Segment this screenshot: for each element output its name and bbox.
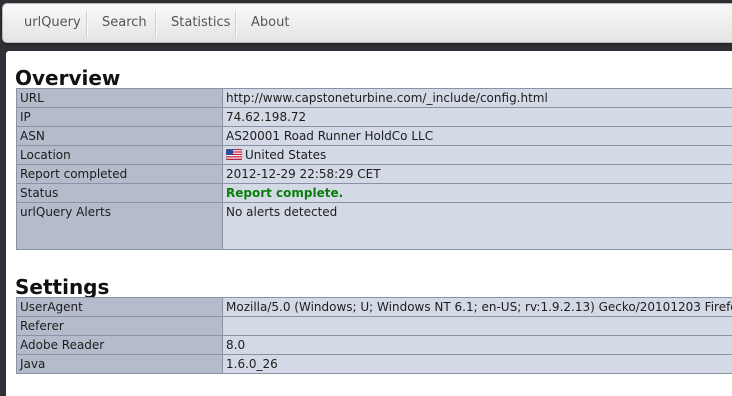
top-navbar: urlQuery Search Statistics About bbox=[2, 3, 732, 43]
report-content: Overview URL http://www.capstoneturbine.… bbox=[6, 51, 732, 396]
row-value-status-cell: Report complete. bbox=[223, 184, 732, 203]
row-label-alerts: urlQuery Alerts bbox=[17, 203, 223, 250]
nav-divider bbox=[235, 11, 237, 37]
nav-item-about[interactable]: About bbox=[251, 4, 289, 42]
row-value-asn: AS20001 Road Runner HoldCo LLC bbox=[223, 127, 732, 146]
table-row: IP 74.62.198.72 bbox=[17, 108, 732, 127]
table-row: UserAgent Mozilla/5.0 (Windows; U; Windo… bbox=[17, 298, 732, 317]
row-label-status: Status bbox=[17, 184, 223, 203]
row-value-alerts: No alerts detected bbox=[223, 203, 732, 250]
row-value-report-completed: 2012-12-29 22:58:29 CET bbox=[223, 165, 732, 184]
row-value-location-cell: United States bbox=[223, 146, 732, 165]
row-value-java: 1.6.0_26 bbox=[223, 355, 732, 374]
row-label-url: URL bbox=[17, 89, 223, 108]
settings-table: UserAgent Mozilla/5.0 (Windows; U; Windo… bbox=[16, 297, 732, 374]
row-value-adobe-reader: 8.0 bbox=[223, 336, 732, 355]
table-row: Referer bbox=[17, 317, 732, 336]
row-label-location: Location bbox=[17, 146, 223, 165]
nav-divider bbox=[86, 11, 88, 37]
row-value-location: United States bbox=[245, 148, 326, 162]
table-row: Status Report complete. bbox=[17, 184, 732, 203]
table-row: Java 1.6.0_26 bbox=[17, 355, 732, 374]
us-flag-icon bbox=[226, 149, 242, 160]
row-label-ip: IP bbox=[17, 108, 223, 127]
table-row: urlQuery Alerts No alerts detected bbox=[17, 203, 732, 250]
settings-heading: Settings bbox=[15, 277, 109, 297]
status-text: Report complete. bbox=[226, 186, 343, 200]
row-label-adobe-reader: Adobe Reader bbox=[17, 336, 223, 355]
table-row: Adobe Reader 8.0 bbox=[17, 336, 732, 355]
nav-item-search[interactable]: Search bbox=[102, 4, 147, 42]
row-value-url[interactable]: http://www.capstoneturbine.com/_include/… bbox=[223, 89, 732, 108]
overview-heading: Overview bbox=[15, 68, 120, 88]
nav-item-statistics[interactable]: Statistics bbox=[171, 4, 230, 42]
row-label-asn: ASN bbox=[17, 127, 223, 146]
row-label-java: Java bbox=[17, 355, 223, 374]
row-label-report-completed: Report completed bbox=[17, 165, 223, 184]
row-label-useragent: UserAgent bbox=[17, 298, 223, 317]
row-value-ip: 74.62.198.72 bbox=[223, 108, 732, 127]
overview-table: URL http://www.capstoneturbine.com/_incl… bbox=[16, 88, 732, 250]
table-row: Location United States bbox=[17, 146, 732, 165]
nav-brand-urlquery[interactable]: urlQuery bbox=[24, 4, 81, 42]
row-label-referer: Referer bbox=[17, 317, 223, 336]
table-row: URL http://www.capstoneturbine.com/_incl… bbox=[17, 89, 732, 108]
nav-divider bbox=[155, 11, 157, 37]
table-row: Report completed 2012-12-29 22:58:29 CET bbox=[17, 165, 732, 184]
row-value-useragent: Mozilla/5.0 (Windows; U; Windows NT 6.1;… bbox=[223, 298, 732, 317]
row-value-referer bbox=[223, 317, 732, 336]
table-row: ASN AS20001 Road Runner HoldCo LLC bbox=[17, 127, 732, 146]
